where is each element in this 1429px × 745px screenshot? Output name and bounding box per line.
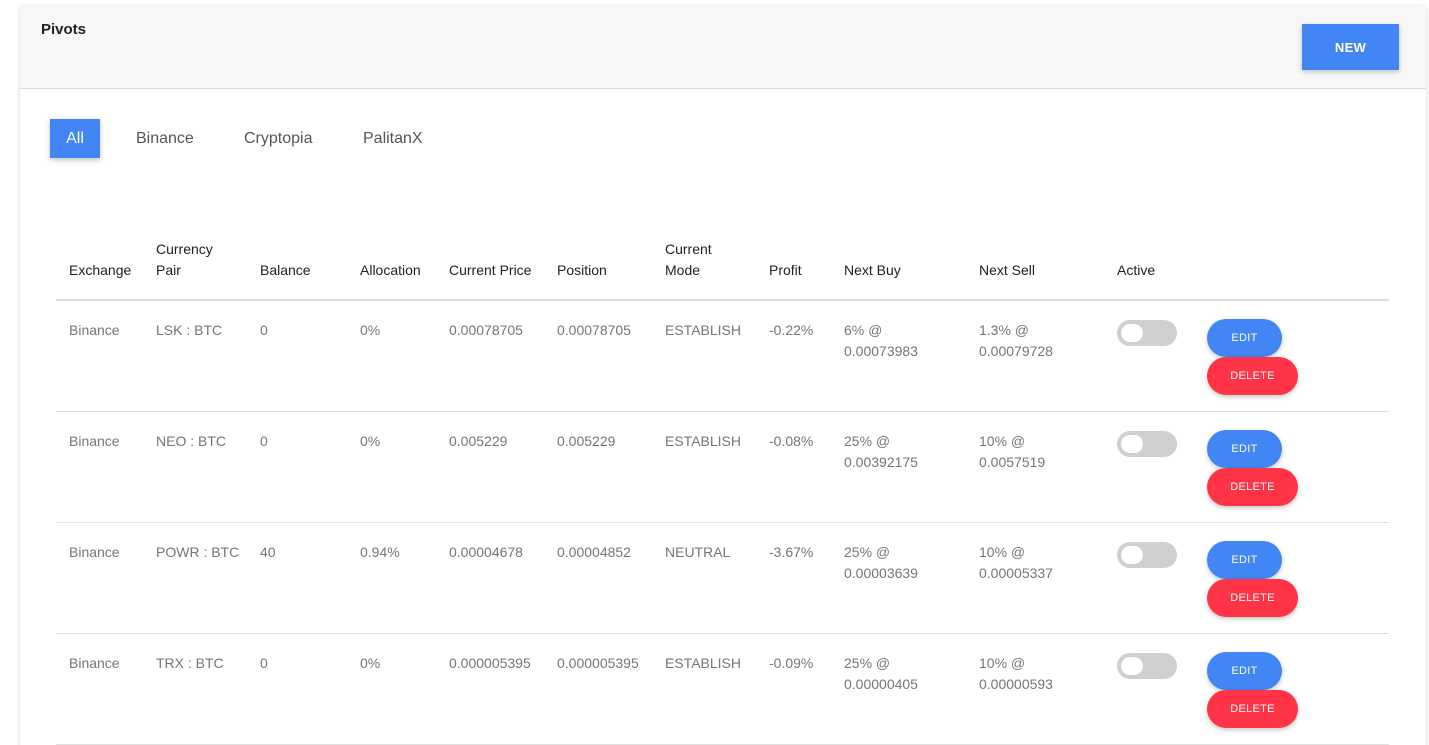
toggle-knob: [1121, 546, 1143, 564]
cell-next-sell: 10% @ 0.0057519: [979, 431, 1045, 473]
delete-button[interactable]: DELETE: [1207, 357, 1298, 395]
cell-allocation: 0.94%: [360, 544, 400, 560]
cell-next-sell: 10% @ 0.00005337: [979, 542, 1053, 584]
column-header-active: Active: [1117, 262, 1156, 278]
cell-current-price: 0.00004678: [449, 544, 523, 560]
next-sell-percent: 10% @: [979, 655, 1026, 671]
next-buy-percent: 6% @: [844, 322, 883, 338]
active-toggle[interactable]: [1117, 431, 1177, 457]
cell-currency-pair: LSK : BTC: [156, 322, 223, 338]
cell-position: 0.00004852: [557, 544, 631, 560]
new-pivot-button[interactable]: NEW: [1302, 24, 1399, 70]
next-sell-price: 0.00005337: [979, 565, 1053, 581]
cell-exchange: Binance: [69, 655, 120, 671]
page-title: Pivots: [41, 21, 87, 38]
cell-balance: 40: [260, 544, 276, 560]
next-sell-percent: 10% @: [979, 433, 1026, 449]
next-buy-price: 0.00073983: [844, 343, 918, 359]
pivots-table: Exchange Currency Pair Balance Allocatio…: [56, 236, 1389, 745]
cell-next-buy: 25% @ 0.00000405: [844, 653, 918, 695]
cell-profit: -0.09%: [769, 655, 814, 671]
table-row: Binance TRX : BTC 0 0% 0.000005395 0.000…: [56, 634, 1389, 745]
toggle-knob: [1121, 324, 1143, 342]
cell-next-buy: 25% @ 0.00003639: [844, 542, 918, 584]
tab-all[interactable]: All: [50, 119, 100, 158]
cell-next-sell: 1.3% @ 0.00079728: [979, 320, 1053, 362]
cell-position: 0.000005395: [557, 655, 639, 671]
next-sell-percent: 1.3% @: [979, 322, 1030, 338]
cell-current-mode: ESTABLISH: [665, 433, 741, 449]
next-sell-percent: 10% @: [979, 544, 1026, 560]
cell-exchange: Binance: [69, 322, 120, 338]
column-header-next-buy: Next Buy: [844, 262, 901, 278]
active-toggle[interactable]: [1117, 653, 1177, 679]
next-buy-price: 0.00000405: [844, 676, 918, 692]
next-buy-price: 0.00003639: [844, 565, 918, 581]
table-header: Exchange Currency Pair Balance Allocatio…: [56, 236, 1389, 301]
delete-button[interactable]: DELETE: [1207, 579, 1298, 617]
cell-balance: 0: [260, 655, 268, 671]
cell-current-mode: ESTABLISH: [665, 655, 741, 671]
edit-button[interactable]: EDIT: [1207, 541, 1282, 579]
active-toggle[interactable]: [1117, 320, 1177, 346]
column-header-allocation: Allocation: [360, 262, 421, 278]
cell-current-price: 0.00078705: [449, 322, 523, 338]
active-toggle[interactable]: [1117, 542, 1177, 568]
column-header-balance: Balance: [260, 262, 311, 278]
cell-exchange: Binance: [69, 544, 120, 560]
next-buy-price: 0.00392175: [844, 454, 918, 470]
table-row: Binance POWR : BTC 40 0.94% 0.00004678 0…: [56, 523, 1389, 634]
column-header-current-price: Current Price: [449, 262, 532, 278]
cell-profit: -0.08%: [769, 433, 814, 449]
next-sell-price: 0.0057519: [979, 454, 1046, 470]
cell-current-price: 0.000005395: [449, 655, 531, 671]
next-buy-percent: 25% @: [844, 433, 891, 449]
cell-current-mode: ESTABLISH: [665, 322, 741, 338]
cell-current-price: 0.005229: [449, 433, 508, 449]
column-header-currency-pair: Currency Pair: [156, 241, 213, 278]
column-header-position: Position: [557, 262, 607, 278]
toggle-knob: [1121, 435, 1143, 453]
cell-allocation: 0%: [360, 322, 381, 338]
table-row: Binance LSK : BTC 0 0% 0.00078705 0.0007…: [56, 301, 1389, 412]
page: Pivots NEW All Binance Cryptopia Palitan…: [0, 0, 1429, 745]
tab-palitanx[interactable]: PalitanX: [363, 119, 423, 158]
next-sell-price: 0.00079728: [979, 343, 1053, 359]
cell-profit: -3.67%: [769, 544, 814, 560]
cell-balance: 0: [260, 322, 268, 338]
cell-balance: 0: [260, 433, 268, 449]
next-sell-price: 0.00000593: [979, 676, 1053, 692]
cell-next-buy: 6% @ 0.00073983: [844, 320, 918, 362]
cell-exchange: Binance: [69, 433, 120, 449]
column-header-next-sell: Next Sell: [979, 262, 1036, 278]
cell-position: 0.00078705: [557, 322, 631, 338]
cell-allocation: 0%: [360, 433, 381, 449]
pivots-card: Pivots NEW All Binance Cryptopia Palitan…: [20, 6, 1426, 745]
card-header: Pivots NEW: [20, 6, 1426, 89]
cell-profit: -0.22%: [769, 322, 814, 338]
edit-button[interactable]: EDIT: [1207, 652, 1282, 690]
edit-button[interactable]: EDIT: [1207, 319, 1282, 357]
cell-current-mode: NEUTRAL: [665, 544, 731, 560]
edit-button[interactable]: EDIT: [1207, 430, 1282, 468]
toggle-knob: [1121, 657, 1143, 675]
column-header-exchange: Exchange: [69, 262, 132, 278]
cell-position: 0.005229: [557, 433, 616, 449]
next-buy-percent: 25% @: [844, 544, 891, 560]
delete-button[interactable]: DELETE: [1207, 690, 1298, 728]
delete-button[interactable]: DELETE: [1207, 468, 1298, 506]
column-header-current-mode: Current Mode: [665, 241, 712, 278]
tab-cryptopia[interactable]: Cryptopia: [244, 119, 312, 158]
next-buy-percent: 25% @: [844, 655, 891, 671]
cell-currency-pair: TRX : BTC: [156, 655, 224, 671]
cell-allocation: 0%: [360, 655, 381, 671]
cell-next-sell: 10% @ 0.00000593: [979, 653, 1053, 695]
table-row: Binance NEO : BTC 0 0% 0.005229 0.005229…: [56, 412, 1389, 523]
cell-currency-pair: POWR : BTC: [156, 544, 240, 560]
tab-binance[interactable]: Binance: [136, 119, 194, 158]
cell-next-buy: 25% @ 0.00392175: [844, 431, 918, 473]
cell-currency-pair: NEO : BTC: [156, 433, 227, 449]
